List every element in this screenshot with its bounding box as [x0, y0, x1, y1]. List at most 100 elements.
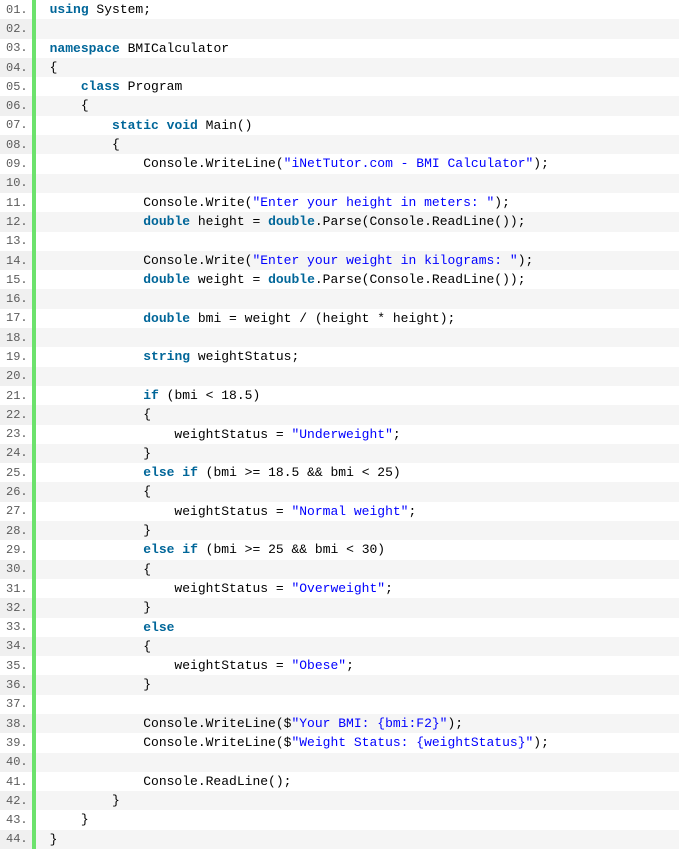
token-plain: .Parse(Console.ReadLine());: [315, 272, 526, 287]
line-number-text: 12.: [6, 215, 28, 229]
line-number: 08.: [0, 135, 36, 154]
token-str: "Your BMI: {bmi:F2}": [291, 716, 447, 731]
token-plain: [50, 349, 144, 364]
token-kw: string: [143, 349, 190, 364]
line-number-text: 26.: [6, 485, 28, 499]
line-number: 09.: [0, 154, 36, 173]
line-number-text: 13.: [6, 234, 28, 248]
line-number: 13.: [0, 232, 36, 251]
code-line: double weight = double.Parse(Console.Rea…: [36, 270, 679, 289]
code-line: static void Main(): [36, 116, 679, 135]
token-plain: height =: [190, 214, 268, 229]
code-line: [36, 289, 679, 308]
token-str: "Obese": [291, 658, 346, 673]
line-number: 31.: [0, 579, 36, 598]
token-plain: [50, 214, 144, 229]
token-plain: }: [50, 600, 151, 615]
code-line: weightStatus = "Normal weight";: [36, 502, 679, 521]
token-plain: ;: [408, 504, 416, 519]
code-line: else if (bmi >= 18.5 && bmi < 25): [36, 463, 679, 482]
code-line: }: [36, 810, 679, 829]
code-line: string weightStatus;: [36, 347, 679, 366]
code-line: }: [36, 675, 679, 694]
line-number-text: 43.: [6, 813, 28, 827]
token-kw: else: [143, 465, 174, 480]
token-plain: {: [50, 407, 151, 422]
line-number-text: 31.: [6, 582, 28, 596]
line-number-text: 29.: [6, 543, 28, 557]
token-kw: void: [167, 118, 198, 133]
token-plain: );: [518, 253, 534, 268]
line-number: 11.: [0, 193, 36, 212]
line-number-text: 36.: [6, 678, 28, 692]
line-number: 14.: [0, 251, 36, 270]
line-number-text: 02.: [6, 22, 28, 36]
line-number: 34.: [0, 637, 36, 656]
line-number: 29.: [0, 540, 36, 559]
code-line: class Program: [36, 77, 679, 96]
line-number: 38.: [0, 714, 36, 733]
code-line: {: [36, 637, 679, 656]
line-number: 01.: [0, 0, 36, 19]
token-plain: }: [50, 677, 151, 692]
code-line: {: [36, 405, 679, 424]
token-plain: Console.Write(: [50, 253, 253, 268]
token-plain: {: [50, 639, 151, 654]
line-number-text: 16.: [6, 292, 28, 306]
line-number: 27.: [0, 502, 36, 521]
line-number: 16.: [0, 289, 36, 308]
line-number-text: 44.: [6, 832, 28, 846]
line-number-text: 34.: [6, 639, 28, 653]
code-line: }: [36, 521, 679, 540]
token-kw: double: [268, 272, 315, 287]
code-line: {: [36, 96, 679, 115]
line-number: 06.: [0, 96, 36, 115]
token-plain: [50, 620, 144, 635]
token-plain: {: [50, 562, 151, 577]
token-plain: );: [494, 195, 510, 210]
code-line: }: [36, 791, 679, 810]
token-kw: else: [143, 620, 174, 635]
token-plain: Console.Write(: [50, 195, 253, 210]
line-number-text: 25.: [6, 466, 28, 480]
code-line: Console.WriteLine($"Weight Status: {weig…: [36, 733, 679, 752]
token-kw: else: [143, 542, 174, 557]
line-number-text: 42.: [6, 794, 28, 808]
token-kw: double: [143, 311, 190, 326]
token-str: "Underweight": [291, 427, 392, 442]
line-number-text: 10.: [6, 176, 28, 190]
token-str: "Enter your weight in kilograms: ": [252, 253, 517, 268]
line-number-text: 22.: [6, 408, 28, 422]
line-number-text: 32.: [6, 601, 28, 615]
line-number: 02.: [0, 19, 36, 38]
line-number-text: 18.: [6, 331, 28, 345]
code-line: [36, 367, 679, 386]
code-line: Console.ReadLine();: [36, 772, 679, 791]
code-line: }: [36, 598, 679, 617]
line-number: 35.: [0, 656, 36, 675]
token-plain: Console.WriteLine($: [50, 735, 292, 750]
line-number-text: 35.: [6, 659, 28, 673]
line-number-text: 38.: [6, 717, 28, 731]
line-number: 37.: [0, 695, 36, 714]
token-plain: ;: [346, 658, 354, 673]
line-number-text: 19.: [6, 350, 28, 364]
token-plain: [50, 272, 144, 287]
code-line: Console.Write("Enter your weight in kilo…: [36, 251, 679, 270]
token-plain: weightStatus =: [50, 581, 292, 596]
token-plain: {: [50, 137, 120, 152]
token-plain: Program: [120, 79, 182, 94]
line-number: 22.: [0, 405, 36, 424]
line-number: 07.: [0, 116, 36, 135]
token-str: "iNetTutor.com - BMI Calculator": [284, 156, 534, 171]
token-plain: {: [50, 60, 58, 75]
code-line: Console.WriteLine("iNetTutor.com - BMI C…: [36, 154, 679, 173]
line-number: 15.: [0, 270, 36, 289]
line-number-text: 20.: [6, 369, 28, 383]
code-line: namespace BMICalculator: [36, 39, 679, 58]
line-number: 03.: [0, 39, 36, 58]
token-kw: if: [182, 465, 198, 480]
token-kw: namespace: [50, 41, 120, 56]
line-number-gutter: 01.02.03.04.05.06.07.08.09.10.11.12.13.1…: [0, 0, 36, 849]
token-plain: Main(): [198, 118, 253, 133]
